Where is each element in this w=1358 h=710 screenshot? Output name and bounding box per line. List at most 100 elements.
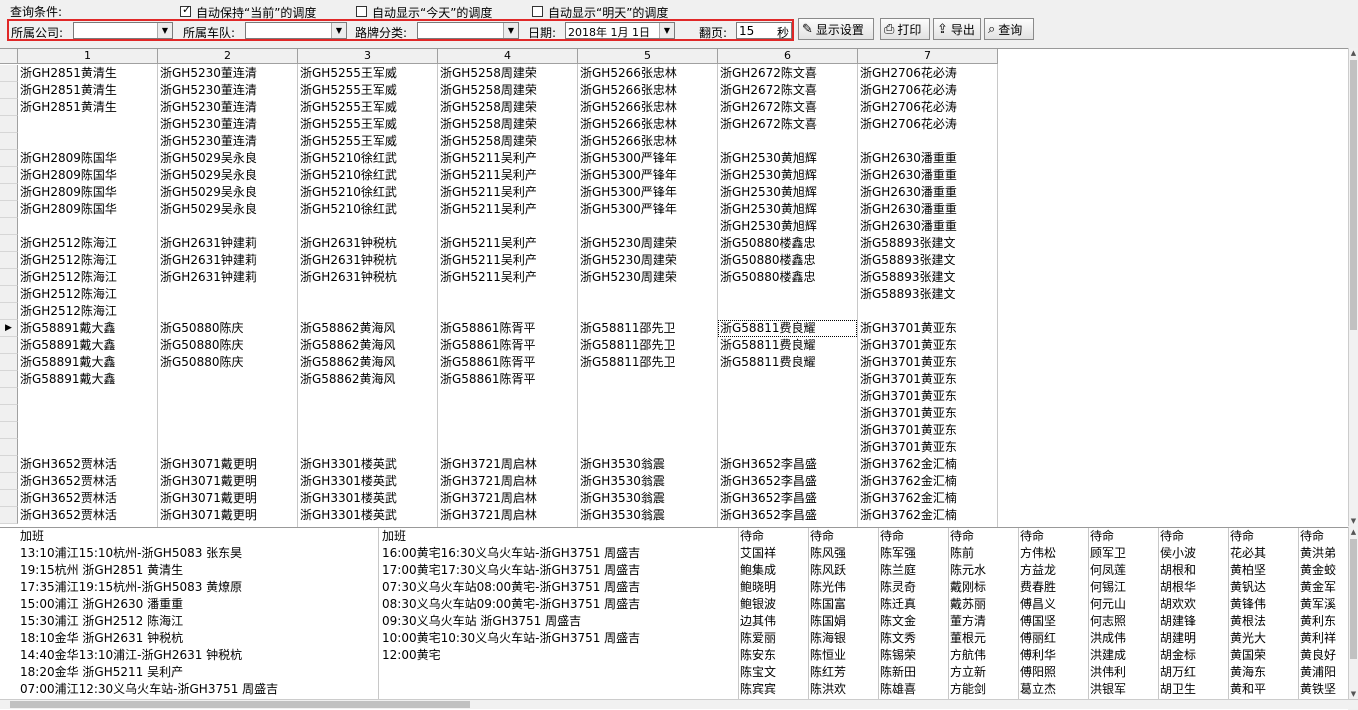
grid-cell[interactable]: 浙GH2851黄清生 bbox=[18, 82, 157, 99]
standby-driver[interactable]: 黄根法 bbox=[1230, 613, 1266, 630]
standby-driver[interactable]: 陈风强 bbox=[810, 545, 846, 562]
grid-cell[interactable] bbox=[158, 286, 297, 303]
row-header[interactable] bbox=[0, 388, 18, 405]
standby-driver[interactable]: 何凤莲 bbox=[1090, 562, 1126, 579]
row-header[interactable] bbox=[0, 490, 18, 507]
grid-cell[interactable] bbox=[298, 405, 437, 422]
overtime-item[interactable]: 16:00黄宅16:30义乌火车站-浙GH3751 周盛吉 bbox=[382, 545, 640, 562]
grid-cell[interactable]: 浙G58862黄海风 bbox=[298, 337, 437, 354]
grid-cell[interactable] bbox=[578, 405, 717, 422]
grid-cell[interactable]: 浙G58893张建文 bbox=[858, 269, 997, 286]
grid-cell[interactable]: 浙GH5211吴利产 bbox=[438, 252, 577, 269]
grid-cell[interactable]: 浙GH3652贾林活 bbox=[18, 507, 157, 524]
grid-cell[interactable] bbox=[18, 405, 157, 422]
grid-cell[interactable]: 浙GH5211吴利产 bbox=[438, 201, 577, 218]
grid-cell[interactable] bbox=[438, 388, 577, 405]
grid-cell[interactable] bbox=[158, 371, 297, 388]
grid-cell[interactable]: 浙GH5300严锋年 bbox=[578, 201, 717, 218]
grid-cell[interactable] bbox=[578, 286, 717, 303]
standby-driver[interactable]: 侯小波 bbox=[1160, 545, 1196, 562]
grid-cell[interactable]: 浙GH5210徐红武 bbox=[298, 184, 437, 201]
row-header[interactable] bbox=[0, 354, 18, 371]
standby-title[interactable]: 待命 bbox=[1230, 528, 1254, 545]
overtime-item[interactable]: 18:10金华 浙GH2631 钟税杭 bbox=[20, 630, 183, 647]
grid-cell[interactable] bbox=[298, 388, 437, 405]
row-header[interactable] bbox=[0, 201, 18, 218]
standby-driver[interactable]: 黄军溪 bbox=[1300, 596, 1336, 613]
grid-cell[interactable]: 浙GH3701黄亚东 bbox=[858, 354, 997, 371]
scroll-up-icon[interactable]: ▲ bbox=[1349, 527, 1358, 537]
grid-cell[interactable]: 浙GH5230周建荣 bbox=[578, 252, 717, 269]
grid-cell[interactable] bbox=[158, 303, 297, 320]
standby-driver[interactable]: 胡欢欢 bbox=[1160, 596, 1196, 613]
grid-cell[interactable]: 浙GH2530黄旭辉 bbox=[718, 184, 857, 201]
standby-driver[interactable]: 陈爱丽 bbox=[740, 630, 776, 647]
standby-driver[interactable]: 胡万红 bbox=[1160, 664, 1196, 681]
grid-cell[interactable]: 浙GH2809陈国华 bbox=[18, 201, 157, 218]
grid-cell[interactable]: 浙GH2630潘重重 bbox=[858, 218, 997, 235]
grid-cell[interactable]: 浙GH5255王军威 bbox=[298, 116, 437, 133]
grid-cell[interactable] bbox=[718, 303, 857, 320]
row-header[interactable] bbox=[0, 252, 18, 269]
grid-cell[interactable] bbox=[718, 133, 857, 150]
standby-driver[interactable]: 胡建锋 bbox=[1160, 613, 1196, 630]
fleet-select[interactable]: ▼ bbox=[245, 22, 347, 39]
standby-driver[interactable]: 陈灵奇 bbox=[880, 579, 916, 596]
scroll-up-icon[interactable]: ▲ bbox=[1349, 48, 1358, 58]
standby-driver[interactable]: 黄锋伟 bbox=[1230, 596, 1266, 613]
grid-cell[interactable]: 浙GH2631钟建莉 bbox=[158, 252, 297, 269]
standby-driver[interactable]: 胡建明 bbox=[1160, 630, 1196, 647]
standby-driver[interactable]: 陈恒业 bbox=[810, 647, 846, 664]
grid-cell[interactable]: 浙GH3071戴更明 bbox=[158, 456, 297, 473]
grid-cell[interactable]: 浙GH2512陈海江 bbox=[18, 235, 157, 252]
standby-driver[interactable]: 陈军强 bbox=[880, 545, 916, 562]
route-category-select[interactable]: ▼ bbox=[417, 22, 519, 39]
row-header[interactable] bbox=[0, 303, 18, 320]
row-header[interactable] bbox=[0, 371, 18, 388]
standby-driver[interactable]: 黄国荣 bbox=[1230, 647, 1266, 664]
grid-cell[interactable]: 浙GH3652李昌盛 bbox=[718, 507, 857, 524]
row-header[interactable] bbox=[0, 82, 18, 99]
standby-driver[interactable]: 傅利华 bbox=[1020, 647, 1056, 664]
standby-driver[interactable]: 鲍银波 bbox=[740, 596, 776, 613]
grid-cell[interactable]: 浙GH5230周建荣 bbox=[578, 235, 717, 252]
grid-cell[interactable] bbox=[158, 422, 297, 439]
column-header-7[interactable]: 7 bbox=[858, 49, 998, 64]
standby-driver[interactable]: 陈风跃 bbox=[810, 562, 846, 579]
standby-driver[interactable]: 陈兰庭 bbox=[880, 562, 916, 579]
grid-cell[interactable] bbox=[438, 303, 577, 320]
standby-title[interactable]: 待命 bbox=[1090, 528, 1114, 545]
grid-cell[interactable]: 浙GH5255王军威 bbox=[298, 65, 437, 82]
grid-cell[interactable] bbox=[578, 218, 717, 235]
standby-driver[interactable]: 鲍集成 bbox=[740, 562, 776, 579]
overtime-title-2[interactable]: 加班 bbox=[382, 528, 406, 545]
print-button[interactable]: ⎙ 打印 bbox=[880, 18, 930, 40]
grid-cell[interactable]: 浙G50880陈庆 bbox=[158, 337, 297, 354]
grid-cell[interactable]: 浙GH3721周启林 bbox=[438, 473, 577, 490]
grid-cell[interactable]: 浙GH2631钟建莉 bbox=[158, 269, 297, 286]
overtime-item[interactable]: 07:30义乌火车站08:00黄宅-浙GH3751 周盛吉 bbox=[382, 579, 640, 596]
grid-cell[interactable]: 浙G58811费良耀 bbox=[718, 337, 857, 354]
grid-cell[interactable] bbox=[298, 422, 437, 439]
standby-driver[interactable]: 黄金军 bbox=[1300, 579, 1336, 596]
grid-cell[interactable]: 浙GH5211吴利产 bbox=[438, 235, 577, 252]
overtime-item[interactable]: 08:30义乌火车站09:00黄宅-浙GH3751 周盛吉 bbox=[382, 596, 640, 613]
grid-cell[interactable] bbox=[578, 388, 717, 405]
grid-cell[interactable]: 浙GH5300严锋年 bbox=[578, 150, 717, 167]
standby-driver[interactable]: 艾国祥 bbox=[740, 545, 776, 562]
scroll-down-icon[interactable]: ▼ bbox=[1349, 516, 1358, 526]
standby-title[interactable]: 待命 bbox=[740, 528, 764, 545]
grid-cell[interactable] bbox=[438, 422, 577, 439]
grid-cell[interactable]: 浙G50880楼鑫忠 bbox=[718, 235, 857, 252]
grid-cell[interactable]: 浙G50880陈庆 bbox=[158, 320, 297, 337]
standby-driver[interactable]: 陈洪欢 bbox=[810, 681, 846, 698]
standby-driver[interactable]: 傅国坚 bbox=[1020, 613, 1056, 630]
grid-cell[interactable]: 浙GH2512陈海江 bbox=[18, 286, 157, 303]
grid-cell[interactable]: 浙GH3701黄亚东 bbox=[858, 422, 997, 439]
overtime-item[interactable]: 18:20金华 浙GH5211 吴利产 bbox=[20, 664, 183, 681]
standby-driver[interactable]: 黄利东 bbox=[1300, 613, 1336, 630]
standby-driver[interactable]: 黄柏坚 bbox=[1230, 562, 1266, 579]
column-header-5[interactable]: 5 bbox=[578, 49, 718, 64]
standby-driver[interactable]: 胡卫生 bbox=[1160, 681, 1196, 698]
overtime-title-1[interactable]: 加班 bbox=[20, 528, 44, 545]
